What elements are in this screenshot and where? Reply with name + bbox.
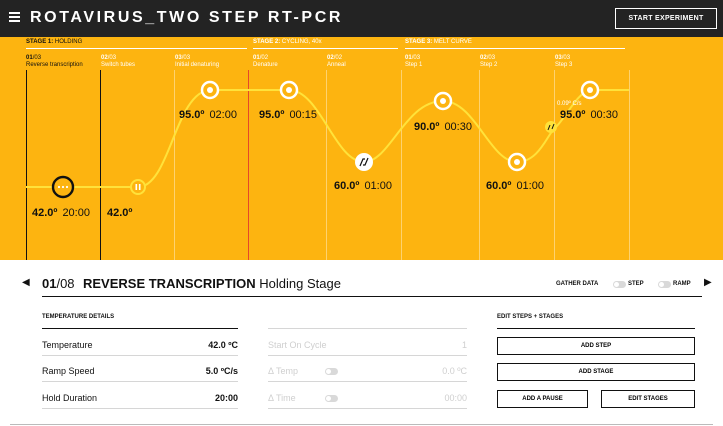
start-on-cycle-label: Start On Cycle: [268, 340, 327, 350]
step-8-temp-label: 95.0º 00:30: [560, 109, 618, 121]
thermal-profile-chart: STAGE 1: HOLDING STAGE 2: CYCLING, 40x S…: [0, 37, 723, 260]
temp-details-divider: [42, 328, 238, 329]
prev-step-arrow[interactable]: ◀: [22, 277, 30, 288]
delta-time-label: Δ Time: [268, 393, 296, 403]
delta-temp-value[interactable]: 0.0 ºC: [370, 366, 467, 376]
gather-step-toggle[interactable]: [613, 281, 626, 288]
current-step-number: 01/08: [42, 276, 75, 291]
delta-time-toggle[interactable]: [325, 395, 338, 402]
edit-steps-divider: [497, 328, 695, 329]
edit-stages-button[interactable]: EDIT STAGES: [601, 390, 695, 408]
start-experiment-button[interactable]: START EXPERIMENT: [615, 8, 717, 29]
row-divider: [268, 381, 467, 382]
row-divider: [42, 381, 238, 382]
step-3-marker[interactable]: [200, 80, 220, 100]
row-divider: [268, 408, 467, 409]
ramp-marker[interactable]: [545, 121, 557, 133]
start-on-cycle-value[interactable]: 1: [370, 340, 467, 350]
ramp-speed-label: Ramp Speed: [42, 366, 95, 376]
step-2-temp-label: 42.0º: [107, 207, 133, 219]
temperature-details-heading: TEMPERATURE DETAILS: [42, 314, 115, 320]
detail-header-divider: [42, 296, 702, 297]
bottom-divider: [10, 424, 713, 425]
hamburger-icon[interactable]: [9, 12, 20, 23]
next-step-arrow[interactable]: ▶: [704, 277, 712, 288]
step-1-marker[interactable]: [51, 175, 75, 199]
step-7-marker[interactable]: [507, 152, 527, 172]
gather-data-label: GATHER DATA: [556, 281, 599, 287]
delta-temp-toggle[interactable]: [325, 368, 338, 375]
delta-temp-label: Δ Temp: [268, 366, 299, 376]
step-4-marker[interactable]: [279, 80, 299, 100]
step-8-marker[interactable]: [580, 80, 600, 100]
temperature-label: Temperature: [42, 340, 93, 350]
ramp-speed-value[interactable]: 5.0 ºC/s: [140, 366, 238, 376]
row-divider: [42, 355, 238, 356]
experiment-title: ROTAVIRUS_TWO STEP RT-PCR: [30, 9, 344, 26]
step-6-temp-label: 90.0º 00:30: [414, 121, 472, 133]
current-step-title: REVERSE TRANSCRIPTION Holding Stage: [83, 276, 341, 291]
step-5-temp-label: 60.0º 01:00: [334, 180, 392, 192]
edit-steps-heading: EDIT STEPS + STAGES: [497, 314, 564, 320]
step-markers: [51, 80, 600, 199]
gather-ramp-label: RAMP: [673, 281, 691, 287]
ramp-rate-label: 0.09º C/s: [557, 101, 582, 107]
row-divider: [268, 355, 467, 356]
gather-ramp-toggle[interactable]: [658, 281, 671, 288]
cycle-options-divider: [268, 328, 467, 329]
hold-duration-value[interactable]: 20:00: [140, 393, 238, 403]
add-step-button[interactable]: ADD STEP: [497, 337, 695, 355]
step-3-temp-label: 95.0º 02:00: [179, 109, 237, 121]
step-5-marker[interactable]: [355, 153, 373, 171]
gather-step-label: STEP: [628, 281, 644, 287]
add-pause-button[interactable]: ADD A PAUSE: [497, 390, 588, 408]
add-stage-button[interactable]: ADD STAGE: [497, 363, 695, 381]
top-bar: ROTAVIRUS_TWO STEP RT-PCR START EXPERIME…: [0, 0, 723, 37]
temperature-value[interactable]: 42.0 ºC: [140, 340, 238, 350]
step-2-marker[interactable]: [130, 179, 146, 195]
app-root: ROTAVIRUS_TWO STEP RT-PCR START EXPERIME…: [0, 0, 723, 426]
step-1-temp-label: 42.0º 20:00: [32, 207, 90, 219]
row-divider: [42, 408, 238, 409]
step-7-temp-label: 60.0º 01:00: [486, 180, 544, 192]
step-6-marker[interactable]: [433, 91, 453, 111]
step-4-temp-label: 95.0º 00:15: [259, 109, 317, 121]
delta-time-value[interactable]: 00:00: [370, 393, 467, 403]
hold-duration-label: Hold Duration: [42, 393, 98, 403]
